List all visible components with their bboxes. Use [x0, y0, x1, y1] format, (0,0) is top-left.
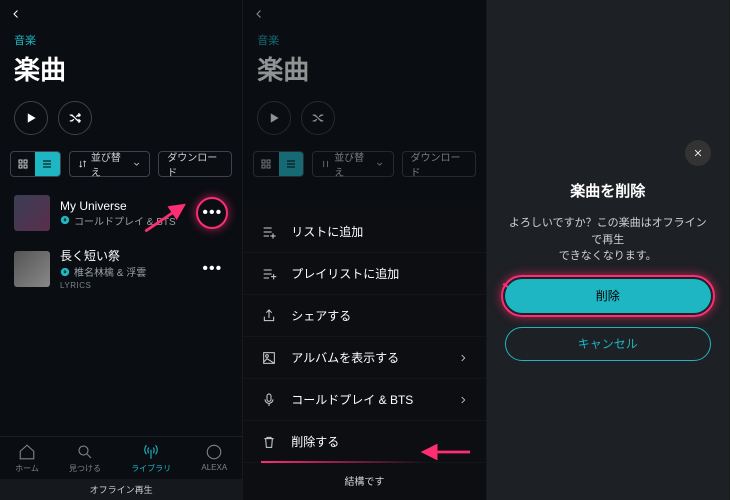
close-icon [693, 148, 703, 158]
grid-view-button[interactable] [11, 152, 35, 176]
sheet-label: リストに追加 [291, 223, 363, 240]
album-art [14, 195, 50, 231]
offline-bar: オフライン再生 [0, 479, 242, 500]
chevron-right-icon [458, 353, 468, 363]
lyrics-tag: LYRICS [60, 281, 186, 290]
album-art [14, 251, 50, 287]
track-meta: My Universe コールドプレイ & BTS [60, 199, 186, 228]
sheet-add-to-playlist[interactable]: プレイリストに追加 [243, 253, 485, 295]
dialog: 楽曲を削除 よろしいですか？この楽曲はオフラインで再生 できなくなります。 削除… [487, 180, 729, 361]
sheet-label: プレイリストに追加 [291, 265, 399, 282]
track-row[interactable]: My Universe コールドプレイ & BTS ••• [0, 187, 242, 239]
chevron-down-icon [132, 159, 141, 169]
annotation-underline [261, 461, 425, 463]
screen-library: 音楽 楽曲 並び替え ダウンロード My Univ [0, 0, 243, 500]
sheet-share[interactable]: シェアする [243, 295, 485, 337]
more-button[interactable]: ••• [196, 197, 228, 229]
sheet-label: アルバムを表示する [291, 349, 399, 366]
toolbar: 並び替え ダウンロード [0, 145, 242, 187]
breadcrumb: 音楽 [0, 32, 242, 48]
button-label: 削除 [596, 287, 620, 304]
play-button[interactable] [257, 101, 291, 135]
dialog-title: 楽曲を削除 [570, 180, 645, 201]
sheet-label: シェアする [291, 307, 351, 324]
list-view-button[interactable] [35, 152, 59, 176]
track-meta: 長く短い祭 椎名林檎 & 浮雲 LYRICS [60, 247, 186, 290]
close-button[interactable] [685, 140, 711, 166]
download-label: ダウンロード [167, 149, 223, 179]
queue-icon [261, 224, 277, 240]
button-label: キャンセル [578, 335, 638, 352]
sort-label: 並び替え [91, 149, 128, 179]
action-sheet: リストに追加 プレイリストに追加 シェアする アルバムを表示する コールドプレイ… [243, 201, 485, 500]
album-icon [261, 350, 277, 366]
sheet-delete[interactable]: 削除する [243, 421, 485, 463]
shuffle-button[interactable] [301, 101, 335, 135]
tab-label: ホーム [15, 463, 39, 474]
tab-home[interactable]: ホーム [15, 443, 39, 474]
sheet-add-to-queue[interactable]: リストに追加 [243, 211, 485, 253]
screen-context-menu: 音楽 楽曲 並び替え ダウンロード リストに追加 プレイリストに追加 シェアする… [243, 0, 486, 500]
sort-button[interactable]: 並び替え [312, 151, 394, 177]
breadcrumb: 音楽 [243, 32, 485, 48]
trash-icon [261, 434, 277, 450]
microphone-icon [261, 392, 277, 408]
tab-alexa[interactable]: ALEXA [201, 443, 227, 474]
dialog-message: よろしいですか？この楽曲はオフラインで再生 できなくなります。 [505, 215, 711, 265]
tab-find[interactable]: 見つける [69, 443, 101, 474]
tab-bar: ホーム 見つける ライブラリ ALEXA [0, 436, 242, 478]
sort-button[interactable]: 並び替え [69, 151, 151, 177]
more-button[interactable]: ••• [196, 253, 228, 285]
tab-label: ALEXA [201, 463, 227, 472]
sheet-dismiss[interactable]: 結構です [243, 463, 485, 494]
cancel-button[interactable]: キャンセル [505, 327, 711, 361]
sheet-label: 削除する [291, 433, 339, 450]
back-icon[interactable] [253, 7, 265, 25]
track-row[interactable]: 長く短い祭 椎名林檎 & 浮雲 LYRICS ••• [0, 239, 242, 298]
sheet-label: コールドプレイ & BTS [291, 391, 413, 408]
downloaded-icon [60, 267, 70, 277]
track-title: My Universe [60, 199, 186, 213]
grid-view-button[interactable] [254, 152, 278, 176]
track-artist: コールドプレイ & BTS [74, 213, 176, 228]
back-row [0, 0, 242, 32]
tab-label: ライブラリ [131, 463, 171, 474]
download-button[interactable]: ダウンロード [402, 151, 476, 177]
sheet-show-album[interactable]: アルバムを表示する [243, 337, 485, 379]
downloaded-icon [60, 215, 70, 225]
delete-confirm-button[interactable]: 削除 [505, 279, 711, 313]
share-icon [261, 308, 277, 324]
view-toggle [10, 151, 61, 177]
page-title: 楽曲 [0, 48, 242, 95]
playlist-add-icon [261, 266, 277, 282]
track-title: 長く短い祭 [60, 247, 186, 264]
sheet-artist[interactable]: コールドプレイ & BTS [243, 379, 485, 421]
shuffle-button[interactable] [58, 101, 92, 135]
back-row [243, 0, 485, 32]
track-artist: 椎名林檎 & 浮雲 [74, 264, 146, 279]
page-title: 楽曲 [243, 48, 485, 95]
screen-delete-dialog: 楽曲を削除 よろしいですか？この楽曲はオフラインで再生 できなくなります。 削除… [487, 0, 730, 500]
download-button[interactable]: ダウンロード [158, 151, 232, 177]
tab-library[interactable]: ライブラリ [131, 443, 171, 474]
play-button[interactable] [14, 101, 48, 135]
back-icon[interactable] [10, 7, 22, 25]
chevron-right-icon [458, 395, 468, 405]
list-view-button[interactable] [279, 152, 303, 176]
tab-label: 見つける [69, 463, 101, 474]
